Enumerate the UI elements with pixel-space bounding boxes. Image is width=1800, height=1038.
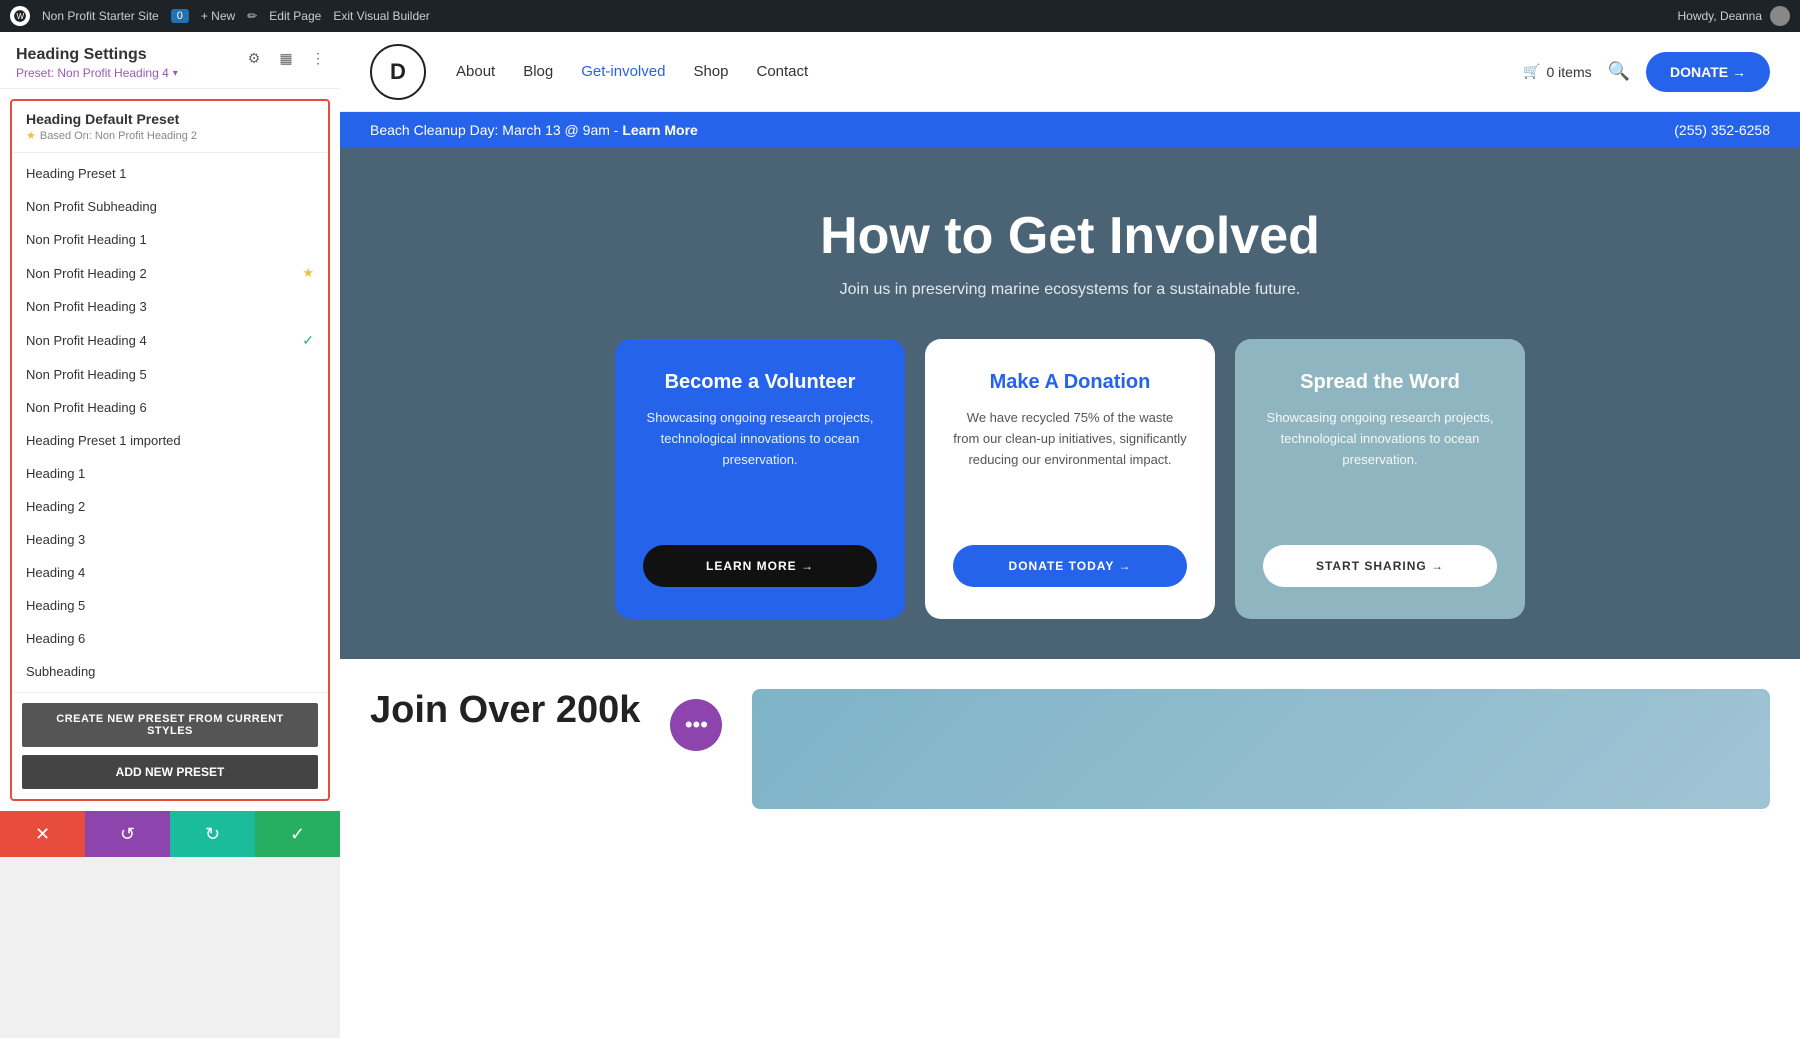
preset-based-on: ★ Based On: Non Profit Heading 2 bbox=[26, 129, 314, 142]
card-1: Make A Donation We have recycled 75% of t… bbox=[925, 339, 1215, 619]
card-text-1: We have recycled 75% of the waste from o… bbox=[953, 408, 1187, 525]
nav-link-blog[interactable]: Blog bbox=[523, 63, 553, 80]
save-button[interactable]: ✓ bbox=[255, 811, 340, 857]
search-icon[interactable]: 🔍 bbox=[1608, 61, 1630, 82]
preset-item[interactable]: Heading 1 bbox=[12, 457, 328, 490]
purple-dot-button[interactable]: ••• bbox=[670, 699, 722, 751]
default-preset-item[interactable]: Heading Default Preset ★ Based On: Non P… bbox=[12, 101, 328, 153]
nav-link-contact[interactable]: Contact bbox=[757, 63, 809, 80]
join-title: Join Over 200k bbox=[370, 689, 640, 732]
card-text-2: Showcasing ongoing research projects, te… bbox=[1263, 408, 1497, 525]
site-name-link[interactable]: Non Profit Starter Site bbox=[42, 9, 159, 23]
nav-right: 🛒 0 items 🔍 DONATE → bbox=[1523, 52, 1770, 92]
announcement-bar: Beach Cleanup Day: March 13 @ 9am - Lear… bbox=[340, 112, 1800, 148]
comment-bubble[interactable]: 0 bbox=[171, 9, 189, 23]
preset-item[interactable]: Heading 5 bbox=[12, 589, 328, 622]
nav-links: About Blog Get-involved Shop Contact bbox=[456, 63, 1523, 80]
preset-item[interactable]: Heading 4 bbox=[12, 556, 328, 589]
heading-settings-panel: Heading Settings Preset: Non Profit Head… bbox=[0, 32, 340, 811]
hero-subtitle: Join us in preserving marine ecosystems … bbox=[370, 281, 1770, 299]
learn-more-link[interactable]: Learn More bbox=[622, 122, 697, 138]
edit-icon: ✏ bbox=[247, 9, 257, 23]
card-title-2: Spread the Word bbox=[1263, 371, 1497, 394]
cart-text[interactable]: 🛒 0 items bbox=[1523, 63, 1592, 80]
preset-item[interactable]: Heading 2 bbox=[12, 490, 328, 523]
website-preview: D About Blog Get-involved Shop Contact 🛒 0 i… bbox=[340, 32, 1800, 1038]
hero-title: How to Get Involved bbox=[370, 208, 1770, 265]
howdy-text: Howdy, Deanna bbox=[1678, 9, 1763, 23]
phone-number: (255) 352-6258 bbox=[1674, 122, 1770, 138]
card-2: Spread the Word Showcasing ongoing resear… bbox=[1235, 339, 1525, 619]
bottom-image bbox=[752, 689, 1770, 809]
nav-link-about[interactable]: About bbox=[456, 63, 495, 80]
panel-header: Heading Settings Preset: Non Profit Head… bbox=[0, 32, 340, 89]
add-preset-button[interactable]: ADD NEW PRESET bbox=[22, 755, 318, 789]
preset-list: Heading Preset 1Non Profit SubheadingNon… bbox=[12, 153, 328, 692]
preset-item[interactable]: Heading 3 bbox=[12, 523, 328, 556]
bottom-toolbar: ✕ ↺ ↻ ✓ bbox=[0, 811, 340, 857]
check-icon: ✓ bbox=[302, 332, 314, 349]
card-0: Become a Volunteer Showcasing ongoing res… bbox=[615, 339, 905, 619]
preset-item[interactable]: Non Profit Heading 6 bbox=[12, 391, 328, 424]
default-preset-name: Heading Default Preset bbox=[26, 111, 314, 127]
nav-link-shop[interactable]: Shop bbox=[693, 63, 728, 80]
panel-settings-icon[interactable]: ⚙ bbox=[242, 46, 266, 70]
donate-nav-button[interactable]: DONATE → bbox=[1646, 52, 1770, 92]
nav-link-get-involved[interactable]: Get-involved bbox=[581, 63, 665, 80]
announcement-text: Beach Cleanup Day: March 13 @ 9am - Lear… bbox=[370, 122, 698, 138]
panel-more-icon[interactable]: ⋮ bbox=[306, 46, 330, 70]
card-title-0: Become a Volunteer bbox=[643, 371, 877, 394]
bottom-section: Join Over 200k ••• bbox=[340, 659, 1800, 1038]
card-btn-2[interactable]: START SHARING → bbox=[1263, 545, 1497, 587]
preset-item[interactable]: Heading Preset 1 bbox=[12, 157, 328, 190]
preset-actions: CREATE NEW PRESET FROM CURRENT STYLES AD… bbox=[12, 692, 328, 799]
site-logo[interactable]: D bbox=[370, 44, 426, 100]
site-nav: D About Blog Get-involved Shop Contact 🛒 0 i… bbox=[340, 32, 1800, 112]
preset-item[interactable]: Non Profit Subheading bbox=[12, 190, 328, 223]
preset-dropdown: Heading Default Preset ★ Based On: Non P… bbox=[10, 99, 330, 801]
admin-bar: W Non Profit Starter Site 0 + New ✏ Edit… bbox=[0, 0, 1800, 32]
preset-item[interactable]: Non Profit Heading 2★ bbox=[12, 256, 328, 290]
preset-item[interactable]: Non Profit Heading 4✓ bbox=[12, 323, 328, 358]
wordpress-icon[interactable]: W bbox=[10, 6, 30, 26]
cards-row: Become a Volunteer Showcasing ongoing res… bbox=[370, 339, 1770, 619]
create-preset-button[interactable]: CREATE NEW PRESET FROM CURRENT STYLES bbox=[22, 703, 318, 747]
preset-item[interactable]: Non Profit Heading 5 bbox=[12, 358, 328, 391]
card-btn-0[interactable]: LEARN MORE → bbox=[643, 545, 877, 587]
star-icon: ★ bbox=[26, 129, 36, 142]
card-text-0: Showcasing ongoing research projects, te… bbox=[643, 408, 877, 525]
panel-icon-group: ⚙ ▦ ⋮ bbox=[242, 46, 330, 70]
preset-item[interactable]: Non Profit Heading 3 bbox=[12, 290, 328, 323]
card-btn-1[interactable]: DONATE TODAY → bbox=[953, 545, 1187, 587]
preset-item[interactable]: Subheading bbox=[12, 655, 328, 688]
star-icon: ★ bbox=[302, 265, 314, 281]
redo-button[interactable]: ↻ bbox=[170, 811, 255, 857]
preset-item[interactable]: Heading 6 bbox=[12, 622, 328, 655]
exit-builder-link[interactable]: Exit Visual Builder bbox=[333, 9, 430, 23]
avatar bbox=[1770, 6, 1790, 26]
svg-text:W: W bbox=[17, 12, 25, 21]
panel-layout-icon[interactable]: ▦ bbox=[274, 46, 298, 70]
new-link[interactable]: + New bbox=[201, 9, 235, 23]
preset-item[interactable]: Non Profit Heading 1 bbox=[12, 223, 328, 256]
preset-item[interactable]: Heading Preset 1 imported bbox=[12, 424, 328, 457]
close-button[interactable]: ✕ bbox=[0, 811, 85, 857]
hero-section: How to Get Involved Join us in preservin… bbox=[340, 148, 1800, 659]
card-title-1: Make A Donation bbox=[953, 371, 1187, 394]
chevron-down-icon: ▾ bbox=[173, 68, 178, 79]
undo-button[interactable]: ↺ bbox=[85, 811, 170, 857]
edit-page-link[interactable]: Edit Page bbox=[269, 9, 321, 23]
